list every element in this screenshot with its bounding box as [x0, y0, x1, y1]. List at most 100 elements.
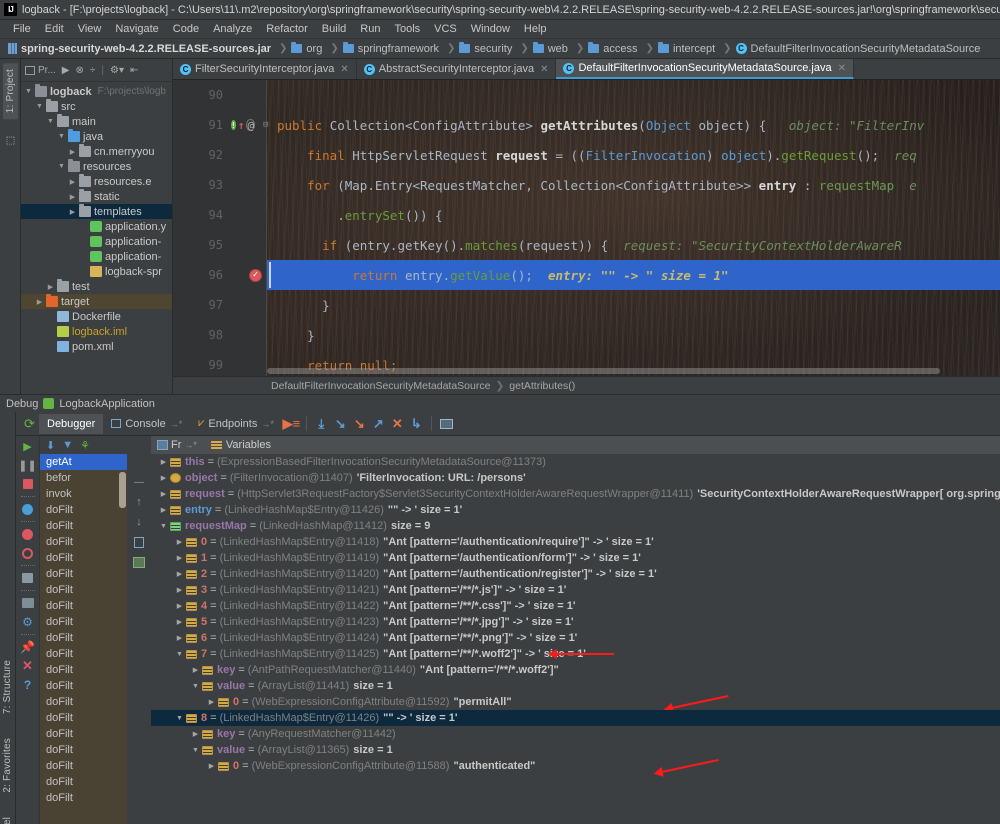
- menu-view[interactable]: View: [71, 21, 109, 37]
- navbar-crumb-intercept[interactable]: intercept: [655, 42, 722, 56]
- drop-frame-icon[interactable]: ✕: [389, 415, 406, 432]
- chevron-right-icon[interactable]: ▶: [173, 570, 186, 578]
- evaluate-expression-icon[interactable]: [438, 415, 455, 432]
- navbar-crumb-springframework[interactable]: springframework: [340, 42, 446, 56]
- call-stack-frame[interactable]: doFilt: [40, 566, 127, 582]
- collapse-all-icon[interactable]: ⊗: [76, 65, 84, 76]
- variable-row[interactable]: ▶0=(LinkedHashMap$Entry@11418)"Ant [patt…: [151, 534, 1000, 550]
- variable-row[interactable]: ▶1=(LinkedHashMap$Entry@11419)"Ant [patt…: [151, 550, 1000, 566]
- tab-debugger[interactable]: Debugger: [39, 414, 103, 434]
- call-stack-frame[interactable]: doFilt: [40, 710, 127, 726]
- sidebar-tab-structure[interactable]: 7: Structure: [0, 652, 15, 722]
- pin-icon[interactable]: 📌: [20, 639, 36, 655]
- code-line[interactable]: 96✓ return entry.getValue(); entry: "" -…: [173, 260, 1000, 290]
- variable-row[interactable]: ▶5=(LinkedHashMap$Entry@11423)"Ant [patt…: [151, 614, 1000, 630]
- menu-run[interactable]: Run: [353, 21, 387, 37]
- show-execution-point-icon[interactable]: ▶≡: [283, 415, 300, 432]
- restore-layout-icon[interactable]: ⟳: [21, 415, 38, 432]
- call-stack-frame[interactable]: doFilt: [40, 534, 127, 550]
- code-editor[interactable]: 9091!↑@⊟public Collection<ConfigAttribut…: [173, 80, 1000, 376]
- thread-dump-icon[interactable]: ⬇: [46, 439, 55, 452]
- variables-tree[interactable]: ▶this=(ExpressionBasedFilterInvocationSe…: [151, 454, 1000, 774]
- call-stack-frame[interactable]: invok: [40, 486, 127, 502]
- project-tree-item[interactable]: ▼logbackF:\projects\logb: [21, 84, 172, 99]
- gear-icon[interactable]: ⚙: [20, 614, 36, 630]
- call-stack-frame[interactable]: doFilt: [40, 646, 127, 662]
- call-stack-frame[interactable]: doFilt: [40, 518, 127, 534]
- project-tree-item[interactable]: pom.xml: [21, 339, 172, 354]
- call-stack-frame[interactable]: doFilt: [40, 694, 127, 710]
- call-stack-frame[interactable]: doFilt: [40, 630, 127, 646]
- navbar-crumb-jar[interactable]: spring-security-web-4.2.2.RELEASE-source…: [5, 42, 278, 56]
- code-lines[interactable]: 9091!↑@⊟public Collection<ConfigAttribut…: [173, 80, 1000, 376]
- view-breakpoints-icon[interactable]: [20, 501, 36, 517]
- project-tree-item[interactable]: logback.iml: [21, 324, 172, 339]
- frames-side-buttons[interactable]: — ↑ ↓: [127, 454, 151, 824]
- variable-row[interactable]: ▼value=(ArrayList@11441)size = 1: [151, 678, 1000, 694]
- chevron-down-icon[interactable]: ▼: [56, 133, 67, 140]
- editor-tab-filtersecurityinterceptor[interactable]: C FilterSecurityInterceptor.java ✕: [173, 59, 357, 79]
- menu-file[interactable]: File: [6, 21, 38, 37]
- tab-console[interactable]: Console →*: [103, 414, 190, 434]
- code-line[interactable]: 91!↑@⊟public Collection<ConfigAttribute>…: [173, 110, 1000, 140]
- chevron-right-icon[interactable]: ▶: [173, 602, 186, 610]
- variable-row[interactable]: ▶object=(FilterInvocation@11407)'FilterI…: [151, 470, 1000, 486]
- chevron-down-icon[interactable]: ▼: [189, 683, 202, 690]
- menu-navigate[interactable]: Navigate: [108, 21, 165, 37]
- debug-tab-bar[interactable]: ⟳ Debugger Console →* ⩗ Endpoints →* ▶≡ …: [16, 412, 1000, 436]
- project-tree-item[interactable]: ▶cn.merryyou: [21, 144, 172, 159]
- sidebar-tab-jrebel[interactable]: JRebel: [0, 809, 15, 824]
- resume-program-icon[interactable]: ▶: [20, 438, 36, 454]
- minus-icon[interactable]: —: [131, 474, 147, 490]
- chevron-right-icon[interactable]: ▶: [173, 554, 186, 562]
- stop-icon[interactable]: [20, 476, 36, 492]
- frames-scrollbar[interactable]: [118, 472, 127, 824]
- project-tree-item[interactable]: logback-spr: [21, 264, 172, 279]
- arrow-down-icon[interactable]: ↓: [131, 514, 147, 530]
- navbar-crumb-web[interactable]: web: [530, 42, 575, 56]
- chevron-right-icon[interactable]: ▶: [157, 506, 170, 514]
- variable-row[interactable]: ▶key=(AntPathRequestMatcher@11440)"Ant […: [151, 662, 1000, 678]
- code-line[interactable]: 94 .entrySet()) {: [173, 200, 1000, 230]
- code-line[interactable]: 95 if (entry.getKey().matches(request)) …: [173, 230, 1000, 260]
- menu-edit[interactable]: Edit: [38, 21, 71, 37]
- code-line[interactable]: 92 final HttpServletRequest request = ((…: [173, 140, 1000, 170]
- variable-row[interactable]: ▶entry=(LinkedHashMap$Entry@11426)"" -> …: [151, 502, 1000, 518]
- intention-bulb-icon[interactable]: !: [231, 120, 236, 130]
- step-into-icon[interactable]: ↘: [332, 415, 349, 432]
- debug-session-toolbar[interactable]: ▶ ❚❚ ⚙ 📌 ✕ ?: [16, 436, 40, 824]
- chevron-right-icon[interactable]: ▶: [205, 762, 218, 770]
- code-line[interactable]: 90: [173, 80, 1000, 110]
- mute-breakpoints-icon[interactable]: [20, 545, 36, 561]
- close-icon[interactable]: ✕: [340, 64, 348, 75]
- variable-row[interactable]: ▼7=(LinkedHashMap$Entry@11425)"Ant [patt…: [151, 646, 1000, 662]
- sidebar-tab-favorites[interactable]: 2: Favorites: [0, 730, 15, 801]
- debug-left-vertical-strip[interactable]: 7: Structure 2: Favorites JRebel: [0, 412, 16, 824]
- chevron-down-icon[interactable]: ▼: [23, 88, 34, 95]
- chevron-right-icon[interactable]: ▶: [173, 618, 186, 626]
- menu-code[interactable]: Code: [166, 21, 206, 37]
- project-tree-item[interactable]: ▶resources.e: [21, 174, 172, 189]
- step-out-icon[interactable]: ↗: [370, 415, 387, 432]
- run-to-cursor-icon[interactable]: ↳: [408, 415, 425, 432]
- code-line[interactable]: 97 }: [173, 290, 1000, 320]
- settings-camera-icon[interactable]: [20, 570, 36, 586]
- call-stack-frame[interactable]: doFilt: [40, 726, 127, 742]
- menu-vcs[interactable]: VCS: [427, 21, 464, 37]
- variable-row[interactable]: ▶3=(LinkedHashMap$Entry@11421)"Ant [patt…: [151, 582, 1000, 598]
- project-tree-item[interactable]: ▼src: [21, 99, 172, 114]
- call-stack-frame[interactable]: doFilt: [40, 550, 127, 566]
- chevron-down-icon[interactable]: ▼: [189, 747, 202, 754]
- call-stack-frame[interactable]: doFilt: [40, 662, 127, 678]
- project-tree-item[interactable]: application-: [21, 234, 172, 249]
- chevron-down-icon[interactable]: ▼: [157, 523, 170, 530]
- breadcrumb-class[interactable]: DefaultFilterInvocationSecurityMetadataS…: [271, 380, 490, 392]
- project-toolbar[interactable]: Pr... ▶ ⊗ ÷ | ⚙▾ ⇤: [21, 59, 172, 82]
- layout-icon[interactable]: [20, 595, 36, 611]
- chevron-right-icon[interactable]: ▶: [45, 283, 56, 291]
- variable-row[interactable]: ▼value=(ArrayList@11365)size = 1: [151, 742, 1000, 758]
- variable-row[interactable]: ▶6=(LinkedHashMap$Entry@11424)"Ant [patt…: [151, 630, 1000, 646]
- chevron-right-icon[interactable]: ▶: [205, 698, 218, 706]
- gutter-icons[interactable]: !↑@⊟: [229, 119, 267, 132]
- scrollbar-thumb[interactable]: [119, 472, 126, 508]
